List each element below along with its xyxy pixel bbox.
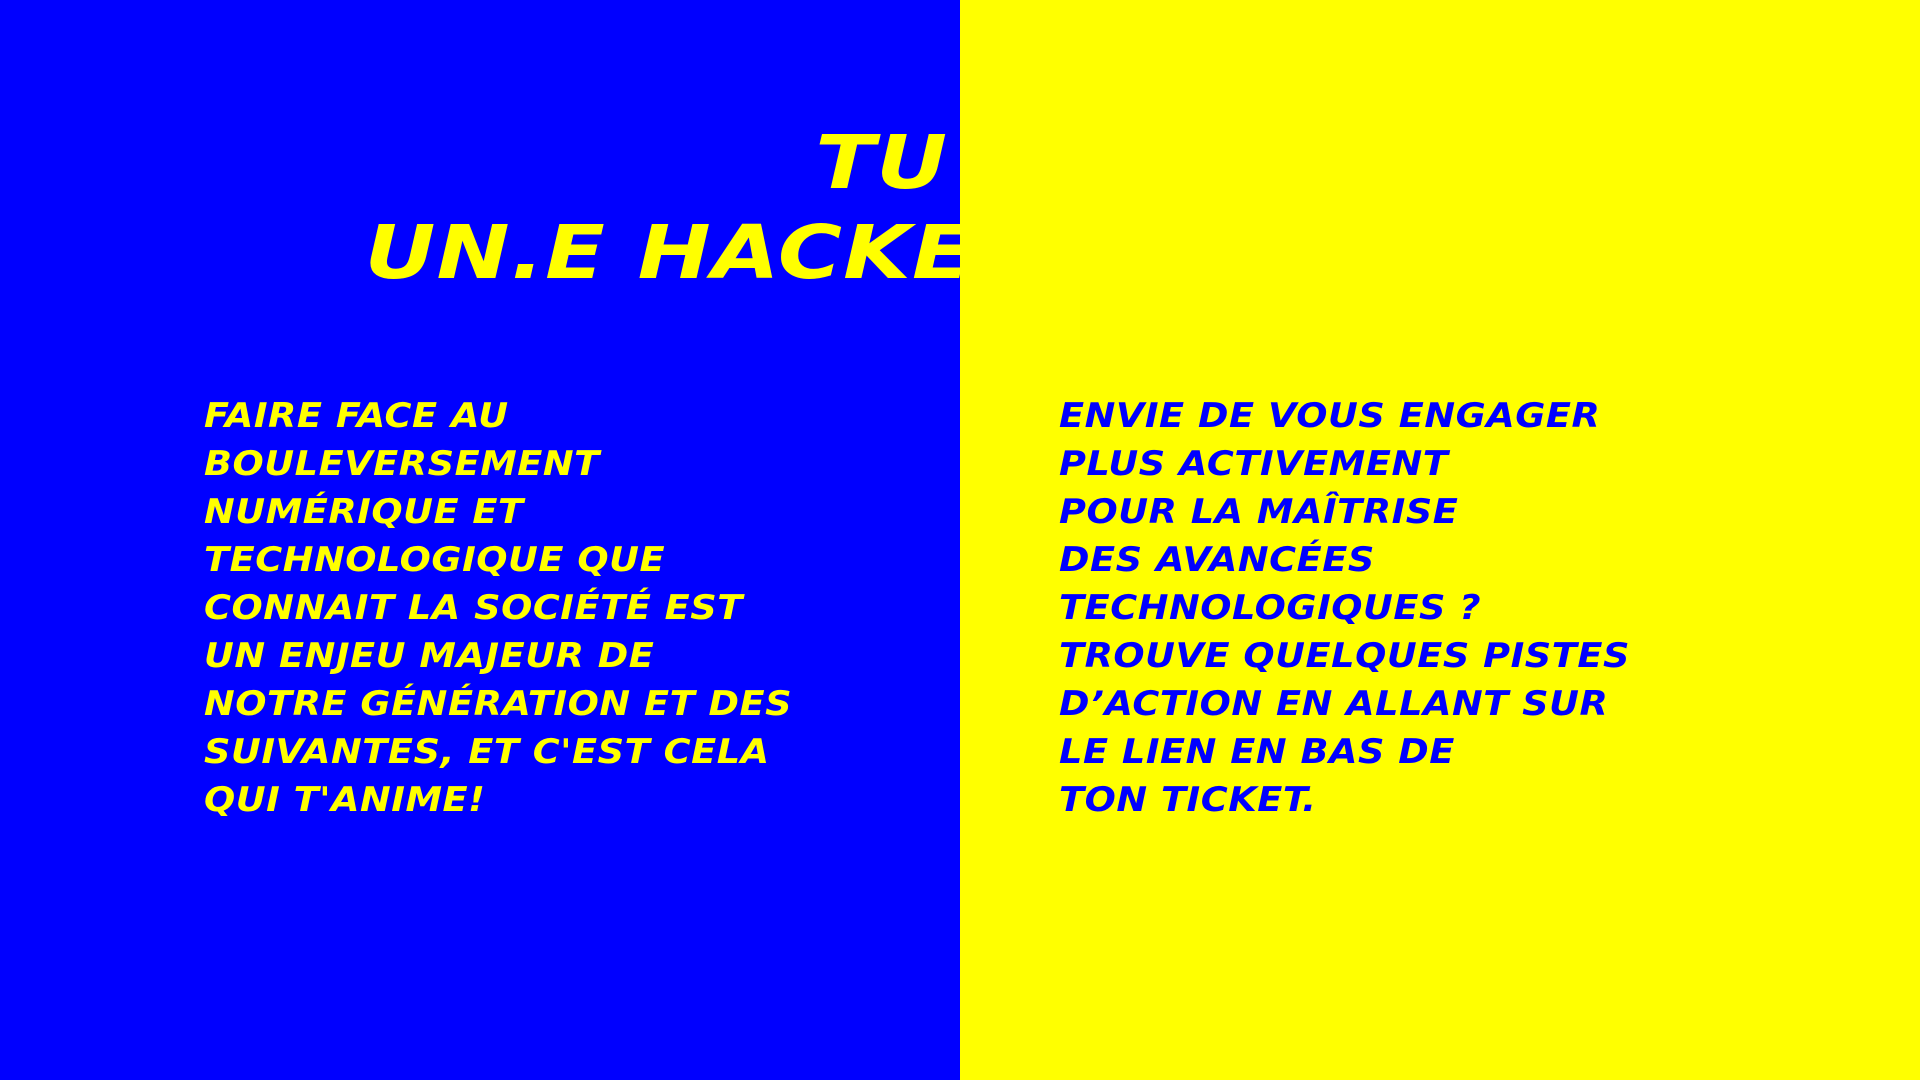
right-line: TECHNOLOGIQUES ? (1059, 588, 1482, 628)
headline-line-2: UN.E HACKER VAILLANT (364, 210, 1556, 296)
right-line: PLUS ACTIVEMENT (1059, 444, 1449, 484)
headline: TU ES UN.E HACKER VAILLANT (0, 118, 1920, 298)
left-paragraph: FAIRE FACE AU BOULEVERSEMENT NUMÉRIQUE E… (204, 392, 792, 824)
right-line: D’ACTION EN ALLANT SUR (1059, 684, 1609, 724)
right-line: LE LIEN EN BAS DE (1059, 732, 1455, 772)
right-line: DES AVANCÉES (1059, 540, 1375, 580)
left-line: FAIRE FACE AU (204, 396, 509, 436)
left-line: NUMÉRIQUE ET (204, 492, 524, 532)
poster: TU ES UN.E HACKER VAILLANT FAIRE FACE AU… (0, 0, 1920, 1080)
right-line: POUR LA MAÎTRISE (1059, 492, 1459, 532)
left-line: QUI T'ANIME! (204, 780, 486, 820)
left-line: NOTRE GÉNÉRATION ET DES (204, 684, 793, 724)
left-line: UN ENJEU MAJEUR DE (204, 636, 655, 676)
right-paragraph: ENVIE DE VOUS ENGAGER PLUS ACTIVEMENT PO… (1059, 392, 1630, 824)
right-line: ENVIE DE VOUS ENGAGER (1059, 396, 1601, 436)
right-line: TROUVE QUELQUES PISTES (1059, 636, 1630, 676)
left-line: TECHNOLOGIQUE QUE (204, 540, 666, 580)
left-line: BOULEVERSEMENT (204, 444, 600, 484)
right-line: TON TICKET. (1059, 780, 1317, 820)
left-line: SUIVANTES, ET C'EST CELA (204, 732, 770, 772)
headline-line-1: TU ES (815, 120, 1105, 206)
left-line: CONNAIT LA SOCIÉTÉ EST (204, 588, 743, 628)
